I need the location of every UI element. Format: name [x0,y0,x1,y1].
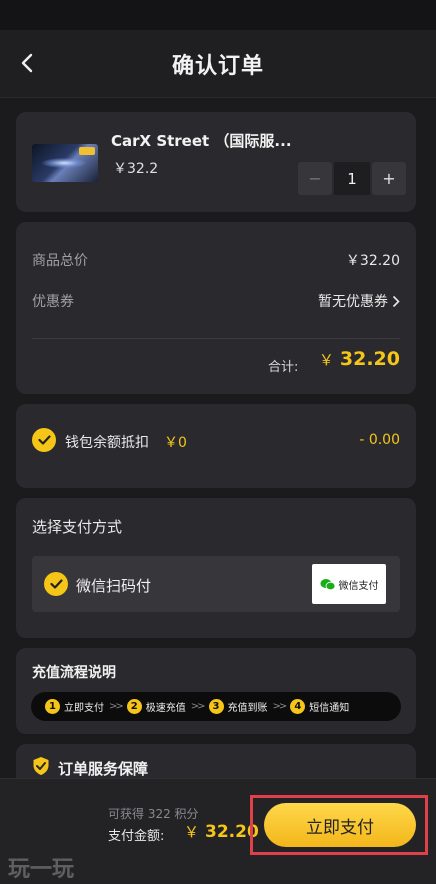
decrease-button[interactable]: − [298,162,332,195]
watermark-logo: 玩一玩 [8,856,75,882]
wechat-icon [320,578,335,590]
wallet-card[interactable]: 钱包余额抵扣 ￥0 - 0.00 [16,404,416,488]
chevron-left-icon [21,53,33,73]
flow-step: 1 立即支付 [45,699,104,714]
flow-title: 充值流程说明 [32,665,116,681]
wallet-label: 钱包余额抵扣 [65,435,149,451]
double-chevron-icon: >> [109,701,124,712]
payment-section-title: 选择支付方式 [32,518,123,536]
total-price-label: 商品总价 [32,253,88,269]
chevron-right-icon [392,295,400,307]
flow-step: 2 极速充值 [126,699,186,714]
double-chevron-icon: >> [190,701,206,712]
total-price-value: ￥32.20 [345,253,400,269]
double-chevron-icon: >> [272,701,288,712]
flow-step: 3 充值到账 [208,699,268,714]
wallet-deduction: - 0.00 [359,432,400,448]
increase-button[interactable]: + [372,162,406,195]
product-name: CarX Street （国际服... [111,132,292,150]
divider [32,338,400,339]
sum-value: ￥ 32.20 [318,348,400,370]
back-button[interactable] [14,50,40,76]
highlight-box: 立即支付 [250,795,428,855]
product-price: ￥32.2 [113,161,159,177]
wechat-pay-option[interactable]: 微信扫码付 微信支付 [32,556,400,612]
product-image [32,144,98,182]
pay-amount-label: 支付金额: [108,829,165,844]
guarantee-label: 订单服务保障 [58,760,149,778]
sum-label: 合计: [268,360,299,375]
page-title: 确认订单 [171,53,264,79]
wechat-pay-logo: 微信支付 [312,564,386,604]
quantity-value[interactable]: 1 [334,162,370,195]
wallet-check-icon[interactable] [32,428,56,452]
flow-steps: 1 立即支付 >> 2 极速充值 >> 3 充值到账 >> 4 短信通知 [31,692,401,721]
payment-method-card: 选择支付方式 微信扫码付 微信支付 [16,498,416,638]
status-bar [0,0,436,30]
pay-now-button[interactable]: 立即支付 [264,803,416,847]
recharge-flow-card: 充值流程说明 1 立即支付 >> 2 极速充值 >> 3 充值到账 >> 4 短信通知 [16,648,416,734]
coupon-label: 优惠券 [32,294,74,310]
points-earned: 可获得 322 积分 [108,807,199,821]
wallet-balance: ￥0 [164,435,187,451]
payment-check-icon[interactable] [44,572,68,596]
bottom-pay-bar: 可获得 322 积分 支付金额: ￥ 32.20 立即支付 玩一玩 [0,778,436,884]
price-summary-card: 商品总价 ￥32.20 优惠券 暂无优惠券 合计: ￥ 32.20 [16,222,416,394]
shield-check-icon [33,757,49,775]
pay-amount-value: ￥ 32.20 [184,822,259,842]
quantity-stepper: − 1 + [298,162,406,195]
product-card: CarX Street （国际服... ￥32.2 − 1 + [16,112,416,212]
payment-method-label: 微信扫码付 [76,577,152,595]
coupon-value: 暂无优惠券 [318,294,388,310]
coupon-selector[interactable]: 暂无优惠券 [318,291,400,311]
header: 确认订单 [0,30,436,98]
flow-step: 4 短信通知 [290,699,349,714]
